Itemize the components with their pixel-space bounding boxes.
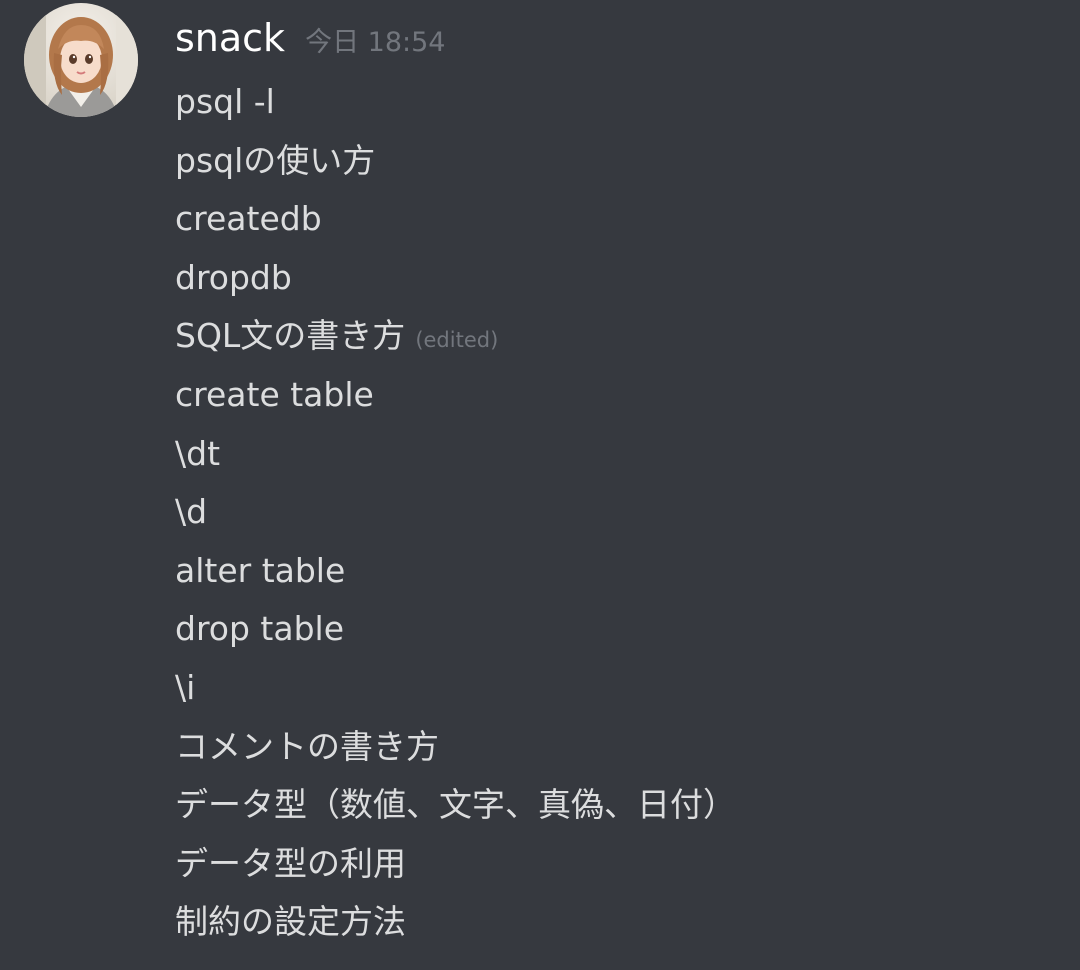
- edited-indicator: (edited): [415, 328, 499, 353]
- message-line-text: alter table: [175, 550, 346, 590]
- message-line-text: データ型の利用: [175, 843, 406, 883]
- message-line-text: \dt: [175, 433, 221, 473]
- message-timestamp: 今日 18:54: [305, 27, 446, 58]
- message-line-text: \i: [175, 667, 196, 707]
- message-line-text: psql -l: [175, 82, 275, 121]
- message-line: \dt: [175, 425, 736, 484]
- message-line: \i: [175, 659, 736, 718]
- username[interactable]: snack: [175, 12, 285, 64]
- message-line: データ型（数値、文字、真偽、日付）: [175, 776, 736, 835]
- message-line-text: コメントの書き方: [175, 726, 439, 766]
- message-line-text: psqlの使い方: [175, 140, 376, 180]
- message-line: psql -l: [175, 73, 736, 132]
- message-line: 制約の設定方法: [175, 893, 736, 952]
- message-line: createdb: [175, 190, 736, 249]
- message-line: \d: [175, 483, 736, 542]
- message-line: データ型の利用: [175, 835, 736, 894]
- message-line-text: createdb: [175, 199, 322, 239]
- chat-message: snack 今日 18:54 psql -l psqlの使い方 createdb…: [0, 0, 1080, 970]
- user-avatar[interactable]: [24, 3, 138, 117]
- message-line-text: SQL文の書き方: [175, 316, 406, 356]
- message-line: SQL文の書き方 (edited): [175, 307, 736, 366]
- message-content: psql -l psqlの使い方 createdb dropdb SQL文の書き…: [175, 73, 736, 952]
- message-line-text: dropdb: [175, 257, 292, 297]
- message-line-text: データ型（数値、文字、真偽、日付）: [175, 785, 736, 825]
- message-line: psqlの使い方: [175, 132, 736, 191]
- message-line-text: create table: [175, 374, 374, 414]
- message-header: snack 今日 18:54: [175, 12, 445, 64]
- message-line: コメントの書き方: [175, 718, 736, 777]
- avatar-image: [24, 3, 138, 117]
- message-line-text: 制約の設定方法: [175, 902, 406, 942]
- message-line: alter table: [175, 542, 736, 601]
- message-line-text: \d: [175, 492, 208, 532]
- message-line: dropdb: [175, 249, 736, 308]
- message-line-text: drop table: [175, 609, 344, 649]
- message-line: create table: [175, 366, 736, 425]
- message-line: drop table: [175, 600, 736, 659]
